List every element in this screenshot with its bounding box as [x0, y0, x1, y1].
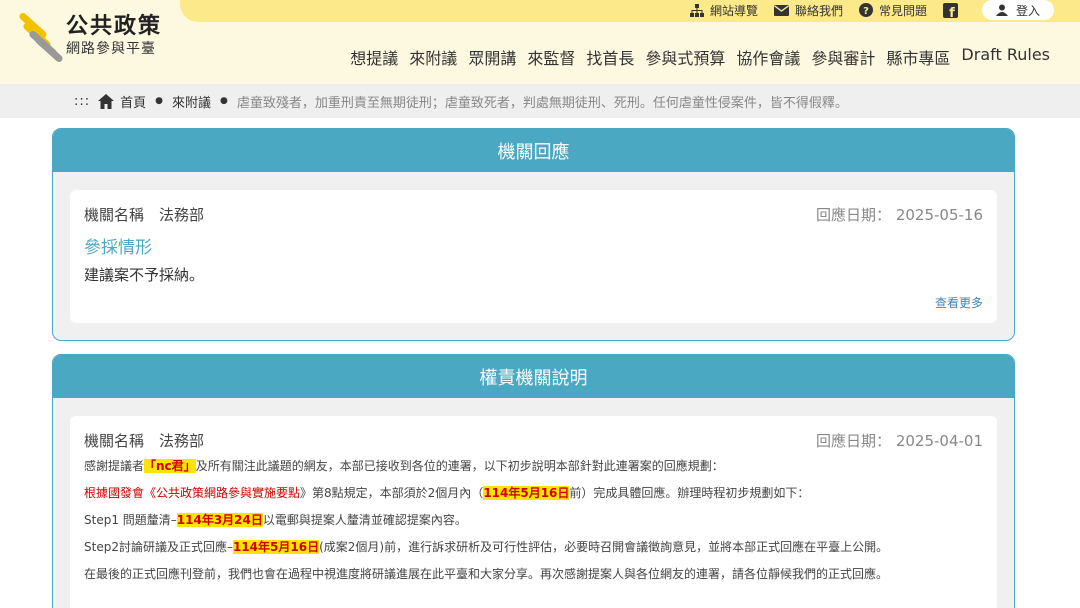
mail-icon	[773, 4, 789, 16]
facebook-icon: f	[942, 2, 958, 18]
explanation-line: 在最後的正式回應刊登前，我們也會在過程中視進度將研議進展在此平臺和大家分享。再次…	[84, 567, 889, 581]
agency-explanation-panel: 權責機關說明 機關名稱 法務部 回應日期： 2025-04-01 感謝提議者「n…	[52, 354, 1015, 608]
explanation-line: Step2討論研議及正式回應–114年5月16日(成案2個月)前，進行訴求研析及…	[84, 540, 889, 554]
logo-icon	[14, 11, 64, 64]
explanation-text: 感謝提議者「nc君」及所有關注此議題的網友，本部已接收到各位的連署，以下初步說明…	[84, 453, 983, 588]
nav-item-monitor[interactable]: 來監督	[527, 45, 575, 69]
regulation-link[interactable]: 公共政策網路參與實施要點	[156, 486, 300, 500]
site-header: 公共政策 網路參與平臺 網站導覽 聯絡我們 ? 常見問題 f 登入 想提議 來附…	[0, 0, 1080, 84]
user-icon	[995, 4, 1008, 16]
explanation-line: 根據國發會《公共政策網路參與實施要點》第8點規定，本部須於2個月內（114年5月…	[84, 486, 810, 500]
agency-response-panel: 機關回應 機關名稱 法務部 回應日期： 2025-05-16 參採情形 建議案不…	[52, 128, 1015, 341]
breadcrumb-home[interactable]: 首頁	[120, 92, 146, 111]
explanation-card: 機關名稱 法務部 回應日期： 2025-04-01 感謝提議者「nc君」及所有關…	[70, 416, 997, 608]
faq-link[interactable]: ? 常見問題	[858, 2, 927, 19]
sitemap-label: 網站導覽	[709, 3, 758, 18]
response-date: 回應日期： 2025-05-16	[816, 206, 983, 224]
adoption-status-heading: 參採情形	[84, 238, 152, 258]
breadcrumb-separator: ●	[220, 96, 228, 106]
home-icon	[98, 93, 115, 109]
main-nav: 想提議 來附議 眾開講 來監督 找首長 參與式預算 協作會議 參與審計 縣市專區…	[339, 45, 1050, 69]
accesskey-marker[interactable]: :::	[74, 94, 90, 109]
nav-item-county[interactable]: 縣市專區	[886, 45, 950, 69]
explanation-line: 感謝提議者「nc君」及所有關注此議題的網友，本部已接收到各位的連署，以下初步說明…	[84, 459, 724, 473]
breadcrumb-separator: ●	[155, 96, 164, 106]
nav-item-leaders[interactable]: 找首長	[586, 45, 634, 69]
response-date: 回應日期： 2025-04-01	[816, 432, 983, 450]
breadcrumb: ::: 首頁 ● 來附議 ● 虐童致殘者，加重刑責至無期徒刑；虐童致死者，判處無…	[0, 84, 1080, 118]
adoption-status-text: 建議案不予採納。	[84, 266, 205, 284]
sitemap-icon	[689, 3, 704, 17]
sitemap-link[interactable]: 網站導覽	[689, 2, 758, 19]
question-icon: ?	[858, 3, 873, 17]
nav-item-draft-rules[interactable]: Draft Rules	[961, 45, 1050, 69]
nav-item-collab[interactable]: 協作會議	[736, 45, 800, 69]
panel-title: 機關回應	[53, 129, 1014, 172]
nav-item-budget[interactable]: 參與式預算	[645, 45, 725, 69]
breadcrumb-section[interactable]: 來附議	[172, 92, 211, 111]
agency-name: 機關名稱 法務部	[84, 432, 205, 450]
login-label: 登入	[1015, 3, 1040, 18]
login-button[interactable]: 登入	[981, 0, 1054, 20]
explanation-line: Step1 問題釐清–114年3月24日以電郵與提案人釐清並確認提案內容。	[84, 513, 467, 527]
contact-link[interactable]: 聯絡我們	[773, 2, 843, 19]
faq-label: 常見問題	[878, 3, 927, 18]
agency-name: 機關名稱 法務部	[84, 206, 205, 224]
response-card: 機關名稱 法務部 回應日期： 2025-05-16 參採情形 建議案不予採納。 …	[70, 190, 997, 323]
nav-item-propose[interactable]: 想提議	[350, 45, 398, 69]
logo-subtitle: 網路參與平臺	[66, 41, 156, 57]
nav-item-audit[interactable]: 參與審計	[811, 45, 875, 69]
svg-text:?: ?	[863, 6, 869, 17]
facebook-link[interactable]: f	[942, 2, 964, 18]
nav-item-discuss[interactable]: 眾開講	[468, 45, 516, 69]
utility-nav: 網站導覽 聯絡我們 ? 常見問題 f 登入	[674, 0, 1054, 20]
breadcrumb-current: 虐童致殘者，加重刑責至無期徒刑；虐童致死者，判處無期徒刑、死刑。任何虐童性侵案件…	[236, 95, 848, 111]
panel-title: 權責機關說明	[53, 355, 1014, 398]
contact-label: 聯絡我們	[794, 3, 843, 18]
svg-text:f: f	[949, 6, 955, 18]
site-logo[interactable]: 公共政策 網路參與平臺	[14, 11, 163, 64]
nav-item-endorse[interactable]: 來附議	[409, 45, 457, 69]
logo-title: 公共政策	[66, 14, 163, 39]
see-more-link[interactable]: 查看更多	[935, 294, 983, 311]
